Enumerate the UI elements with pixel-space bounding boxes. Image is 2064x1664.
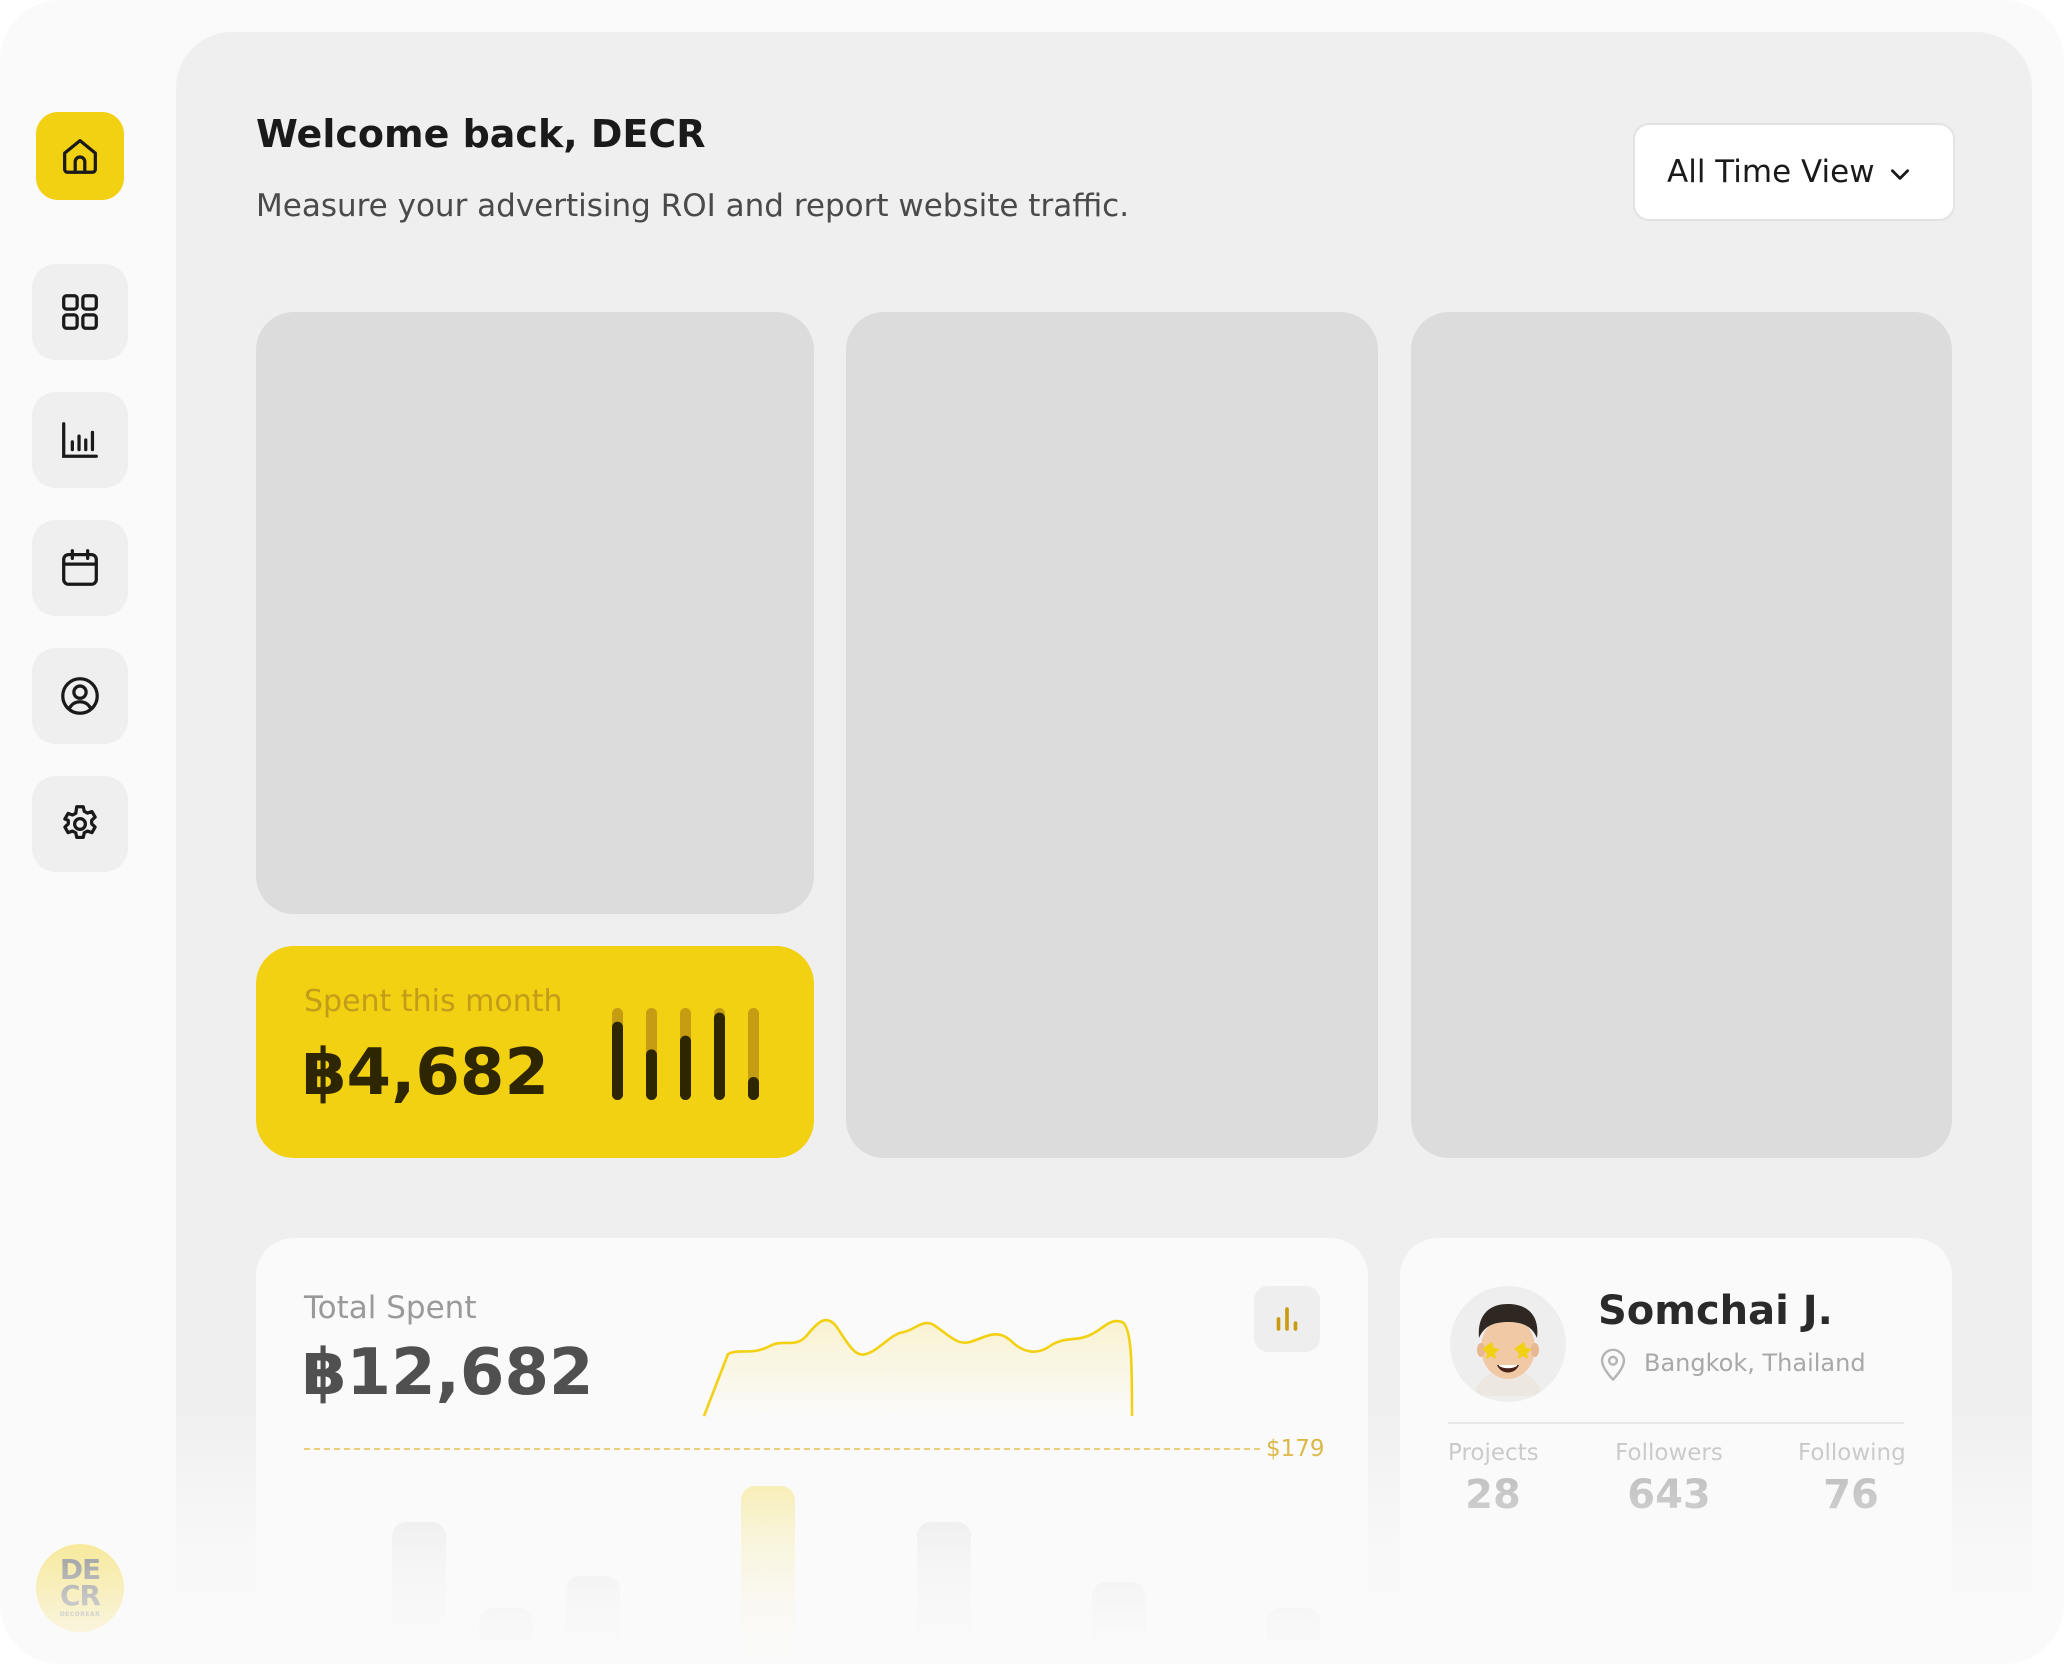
profile-name: Somchai J. [1598,1288,1833,1334]
stat-label: Following [1798,1440,1906,1466]
total-spent-value: ฿12,682 [302,1336,594,1410]
spending-bar [1266,1608,1320,1664]
app-frame: DE CR DECOREAR Welcome back, DECR Measur… [0,0,2064,1664]
stat-followers: Followers 643 [1614,1440,1724,1518]
profile-card: Somchai J. Bangkok, Thailand Projects 28… [1400,1238,1952,1664]
spending-bar [566,1576,620,1664]
spent-mini-bars [612,1008,759,1100]
spent-bar-fill [714,1012,725,1100]
location-pin-icon [1600,1348,1626,1382]
sidebar-item-calendar[interactable] [32,520,128,616]
sidebar-item-profile[interactable] [32,648,128,744]
spending-bar [479,1608,533,1664]
placeholder-card-1 [256,312,814,914]
spending-bar [392,1522,446,1664]
stat-value: 643 [1627,1472,1711,1518]
stat-value: 28 [1465,1472,1521,1518]
user-circle-icon [61,677,99,715]
spending-bar [741,1486,795,1664]
spent-value: ฿4,682 [302,1036,549,1110]
gear-icon [63,805,97,840]
stat-label: Followers [1615,1440,1723,1466]
chevron-down-icon [1891,169,1909,180]
total-spent-card: Total Spent ฿12,682 $179 [256,1238,1368,1664]
logo-tagline: DECOREAR [59,1611,101,1618]
spent-bar-fill [680,1035,691,1100]
average-line [304,1448,1260,1450]
spent-this-month-card[interactable]: Spent this month ฿4,682 [256,946,814,1158]
total-spent-label: Total Spent [304,1290,477,1326]
bar-chart-icon [1276,1307,1298,1331]
logo-line-2: CR [59,1579,101,1612]
brand-logo[interactable]: DE CR DECOREAR [36,1544,124,1632]
home-icon [63,139,97,174]
spending-bar [917,1522,971,1664]
calendar-icon [62,549,98,586]
placeholder-card-3 [1411,312,1952,1158]
avatar-memoji-icon [1474,1304,1542,1396]
view-select[interactable]: All Time View [1633,123,1955,221]
average-label: $179 [1266,1436,1325,1462]
sidebar-item-dashboard[interactable] [32,264,128,360]
profile-location: Bangkok, Thailand [1644,1349,1866,1377]
stat-projects: Projects 28 [1448,1440,1539,1518]
spent-bar-fill [646,1049,657,1100]
spent-bar-fill [748,1077,759,1100]
spent-label: Spent this month [304,984,563,1019]
sidebar-item-settings[interactable] [32,776,128,872]
chart-type-button[interactable] [1254,1286,1320,1352]
placeholder-card-2 [846,312,1378,1158]
profile-divider [1448,1422,1904,1424]
grid-icon [62,294,98,330]
spending-trend-line [702,1318,1134,1417]
sidebar-item-home[interactable] [36,112,124,200]
view-select-value: All Time View [1667,154,1875,190]
avatar[interactable] [1450,1286,1566,1402]
page-title: Welcome back, DECR [256,112,706,156]
stat-following: Following 76 [1798,1440,1906,1518]
stat-label: Projects [1448,1440,1539,1466]
page-subtitle: Measure your advertising ROI and report … [256,188,1130,224]
spending-bars [392,1486,1320,1664]
bar-chart-icon [62,422,98,458]
spending-bar [1092,1582,1146,1664]
sidebar-item-analytics[interactable] [32,392,128,488]
stat-value: 76 [1823,1472,1879,1518]
spent-bar-fill [612,1021,623,1100]
